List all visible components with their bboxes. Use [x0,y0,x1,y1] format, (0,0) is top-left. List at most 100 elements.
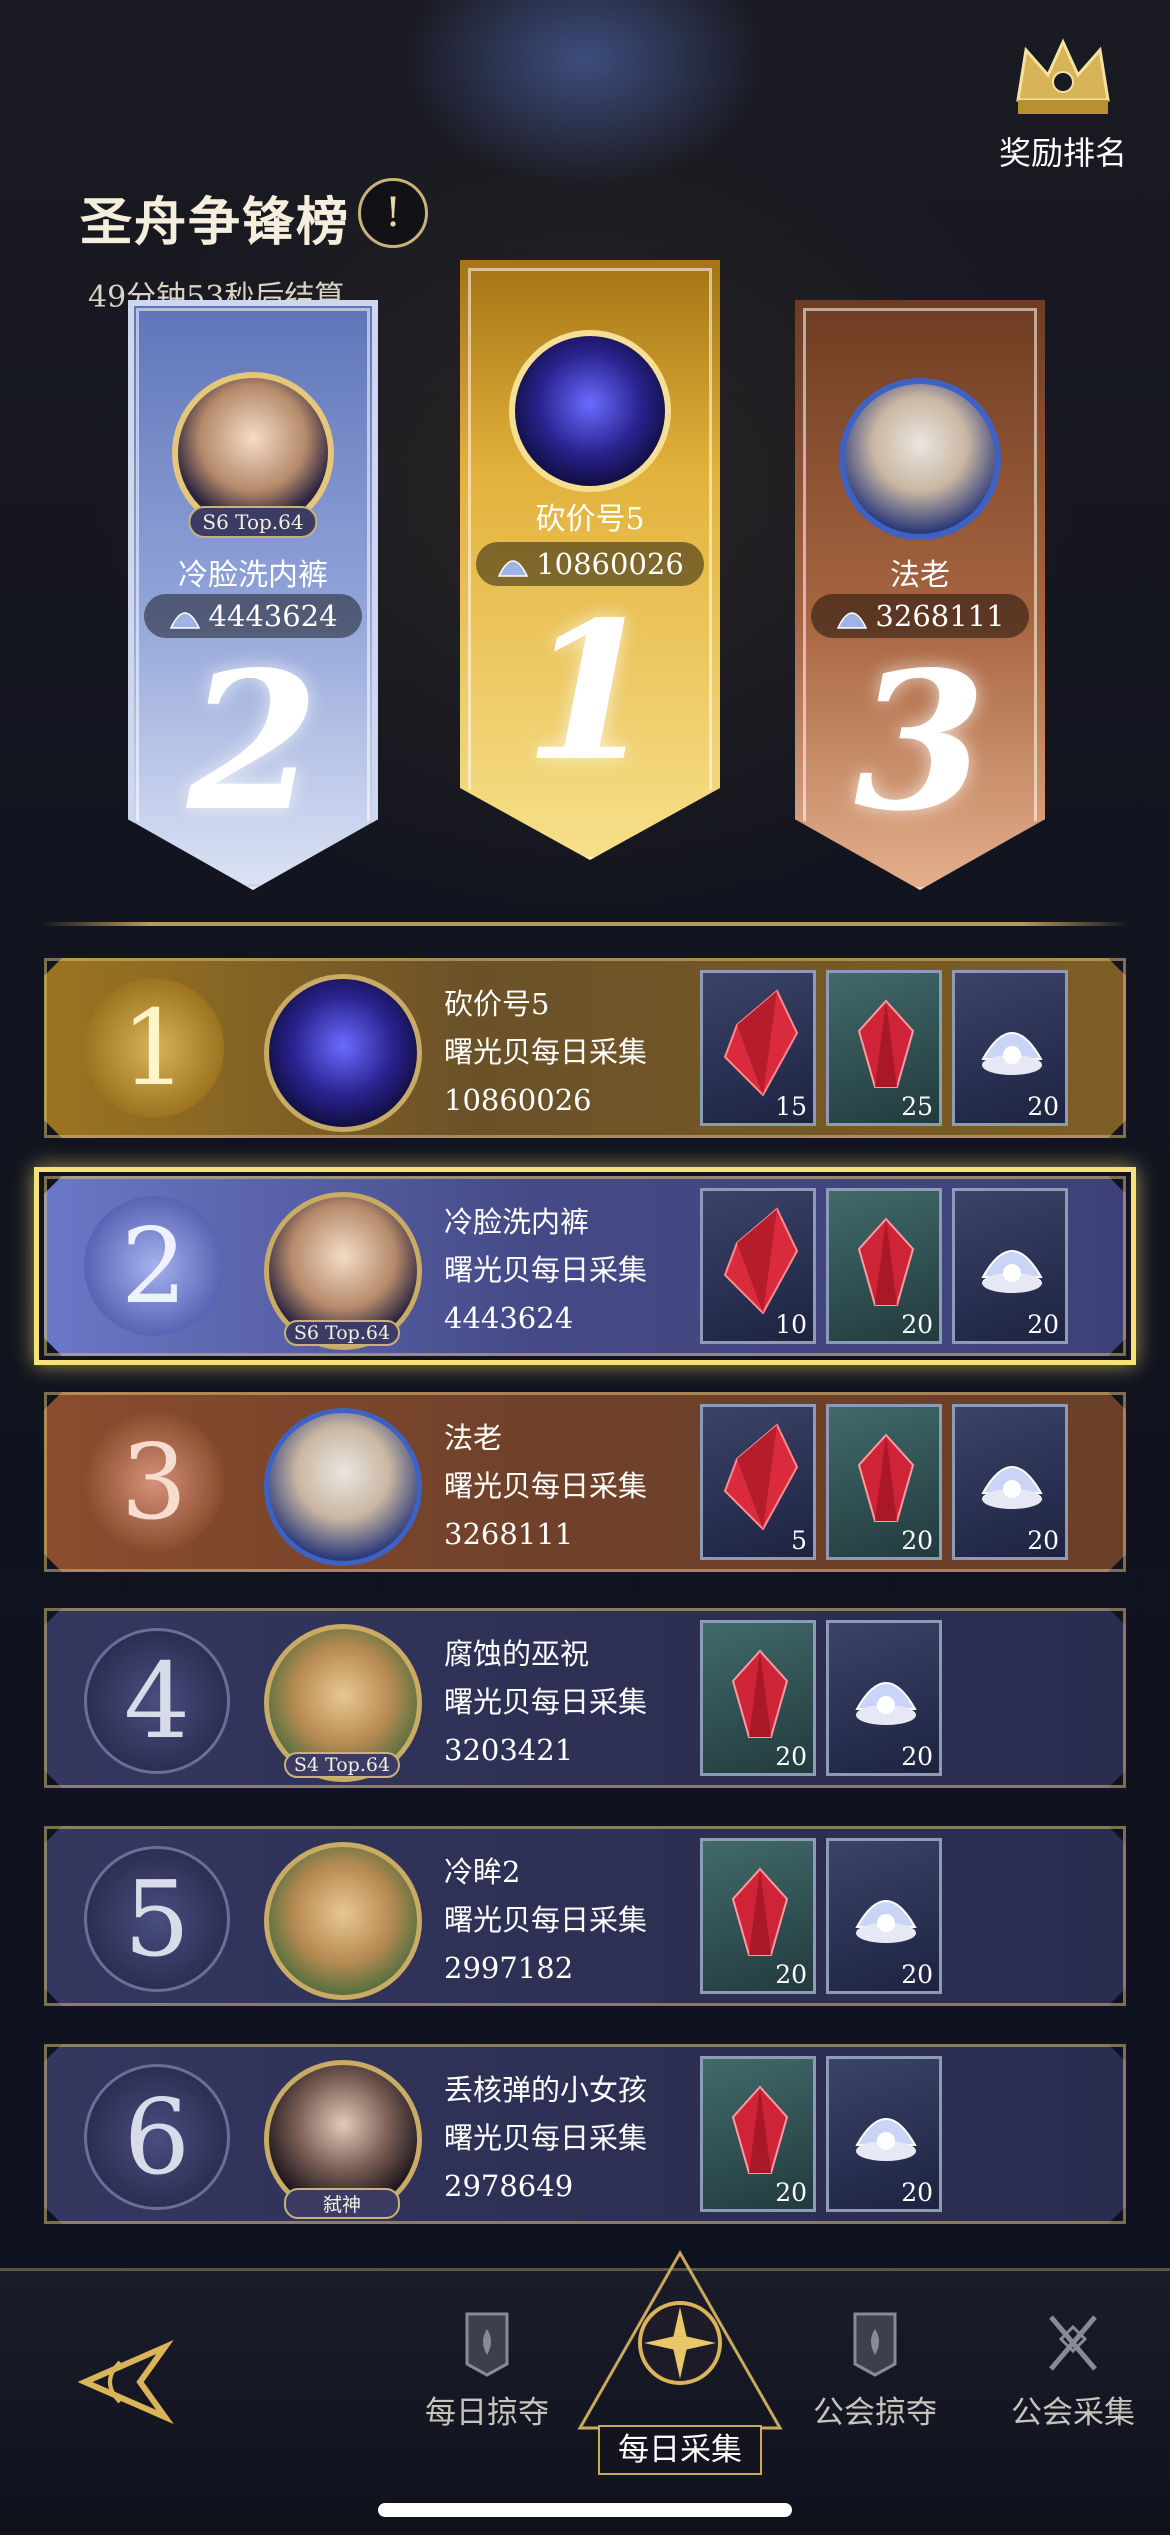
reward-count: 20 [901,1960,933,1989]
rank-number: 1 [523,580,657,803]
nav-guild-plunder[interactable]: 公会掠夺 [790,2309,960,2432]
avatar-tag: S6 Top.64 [284,1320,400,1346]
avatar[interactable] [264,1842,422,2000]
player-name: 冷脸洗内裤 [444,1205,590,1239]
avatar [839,378,1001,540]
player-name: 砍价号5 [444,987,550,1021]
compass-icon [577,2249,783,2430]
nav-label: 每日采集 [598,2425,762,2475]
player-name: 腐蚀的巫祝 [444,1637,590,1671]
shell-icon [498,560,529,577]
task-label: 曙光贝每日采集 [444,1253,648,1287]
reward-item[interactable]: 20 [700,1838,816,1994]
rank-row[interactable]: 3 法老 曙光贝每日采集 3268111 5 20 20 [44,1392,1126,1572]
player-score: 3203421 [444,1733,574,1767]
avatar[interactable] [264,1408,422,1566]
info-button[interactable]: ! [358,178,428,248]
nav-daily-plunder[interactable]: 每日掠夺 [402,2309,572,2432]
task-label: 曙光贝每日采集 [444,1685,648,1719]
rank-row[interactable]: 5 冷眸2 曙光贝每日采集 2997182 20 20 [44,1826,1126,2006]
player-name: 丢核弹的小女孩 [444,2073,648,2107]
reward-ranking-button[interactable]: 奖励排名 [998,30,1128,174]
leaderboard-title-wrap: 圣舟争锋榜 [80,180,350,255]
reward-list: 20 20 [700,1838,942,1994]
reward-ranking-label: 奖励排名 [998,134,1127,172]
reward-count: 20 [901,1526,933,1555]
reward-count: 10 [775,1310,807,1339]
player-name: 法老 [890,558,950,593]
reward-count: 20 [1027,1092,1059,1121]
player-score: 3268111 [444,1517,574,1551]
nav-label: 公会采集 [1011,2395,1135,2431]
reward-count: 20 [901,1742,933,1771]
reward-item[interactable]: 20 [952,1404,1068,1560]
player-score: 4443624 [444,1301,574,1335]
player-score: 2978649 [444,2169,574,2203]
rank-row[interactable]: 2 S6 Top.64 冷脸洗内裤 曙光贝每日采集 4443624 10 20 [44,1176,1126,1356]
nav-daily-gather[interactable]: 每日采集 [570,2243,790,2475]
reward-item[interactable]: 20 [952,1188,1068,1344]
reward-item[interactable]: 20 [826,1188,942,1344]
shell-icon [170,612,201,629]
avatar[interactable] [264,974,422,1132]
reward-list: 10 20 20 [700,1188,1068,1344]
score-value: 4443624 [208,599,338,633]
task-label: 曙光贝每日采集 [444,2121,648,2155]
player-info: 丢核弹的小女孩 曙光贝每日采集 2978649 [444,2066,647,2210]
player-score: 2997182 [444,1951,574,1985]
rank-row[interactable]: 4 S4 Top.64 腐蚀的巫祝 曙光贝每日采集 3203421 20 20 [44,1608,1126,1788]
nav-guild-gather[interactable]: 公会采集 [988,2309,1158,2432]
rank-number: 3 [853,630,987,853]
avatar-tag: 弑神 [284,2188,400,2219]
rank-row[interactable]: 1 砍价号5 曙光贝每日采集 10860026 15 25 20 [44,958,1126,1138]
reward-item[interactable]: 20 [826,2056,942,2212]
crossed-swords-icon [1049,2315,1097,2371]
section-divider [40,922,1130,926]
score-value: 3268111 [875,599,1005,633]
page-title: 圣舟争锋榜 [80,192,351,253]
reward-count: 20 [775,2178,807,2207]
home-indicator[interactable] [378,2503,792,2517]
reward-count: 5 [791,1526,807,1555]
player-info: 腐蚀的巫祝 曙光贝每日采集 3203421 [444,1630,647,1774]
reward-list: 20 20 [700,2056,942,2212]
banner-icon [465,2312,509,2377]
player-info: 砍价号5 曙光贝每日采集 10860026 [444,980,647,1124]
reward-item[interactable]: 20 [826,1404,942,1560]
reward-item[interactable]: 15 [700,970,816,1126]
podium-first[interactable]: 砍价号5 10860026 1 [460,260,720,860]
rank-badge: 1 [84,978,224,1118]
nav-label: 每日掠夺 [425,2395,549,2431]
reward-count: 25 [901,1092,933,1121]
player-score: 10860026 [444,1083,592,1117]
podium-third[interactable]: 法老 3268111 3 [795,300,1045,890]
season-tag: S6 Top.64 [188,506,318,538]
player-info: 冷眸2 曙光贝每日采集 2997182 [444,1848,647,1992]
reward-item[interactable]: 20 [700,2056,816,2212]
avatar-tag: S4 Top.64 [284,1752,400,1778]
reward-count: 20 [775,1742,807,1771]
rank-badge: 2 [84,1196,224,1336]
nav-label: 公会掠夺 [813,2395,937,2431]
reward-count: 20 [901,2178,933,2207]
reward-item[interactable]: 20 [952,970,1068,1126]
reward-item[interactable]: 25 [826,970,942,1126]
player-name: 法老 [444,1421,503,1455]
reward-count: 20 [1027,1526,1059,1555]
reward-item[interactable]: 20 [826,1838,942,1994]
back-arrow-icon[interactable] [60,2327,180,2437]
rank-badge: 4 [84,1628,230,1774]
podium-second[interactable]: S6 Top.64 冷脸洗内裤 4443624 2 [128,300,378,890]
reward-item[interactable]: 20 [700,1620,816,1776]
reward-item[interactable]: 5 [700,1404,816,1560]
score-value: 10860026 [536,547,684,581]
reward-item[interactable]: 20 [826,1620,942,1776]
rank-number: 2 [186,630,320,853]
task-label: 曙光贝每日采集 [444,1469,648,1503]
player-info: 冷脸洗内裤 曙光贝每日采集 4443624 [444,1198,647,1342]
rank-row[interactable]: 6 弑神 丢核弹的小女孩 曙光贝每日采集 2978649 20 20 [44,2044,1126,2224]
reward-count: 15 [775,1092,807,1121]
task-label: 曙光贝每日采集 [444,1903,648,1937]
reward-item[interactable]: 10 [700,1188,816,1344]
task-label: 曙光贝每日采集 [444,1035,648,1069]
